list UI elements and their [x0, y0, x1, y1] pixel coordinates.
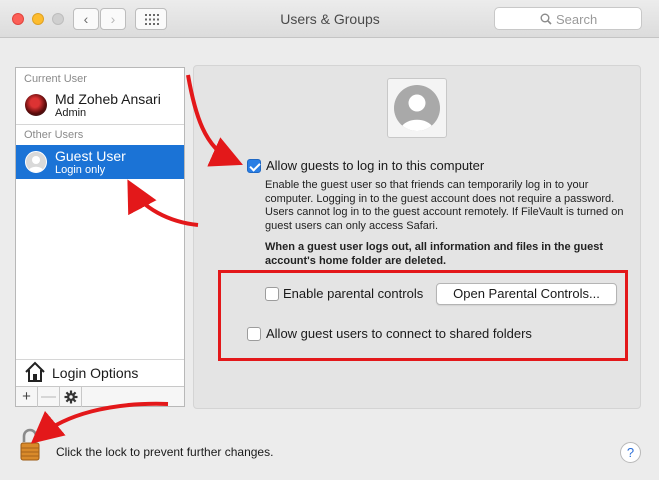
zoom-window-button[interactable]	[52, 13, 64, 25]
close-window-button[interactable]	[12, 13, 24, 25]
lock-text: Click the lock to prevent further change…	[56, 445, 274, 459]
forward-button[interactable]: ›	[100, 8, 126, 30]
allow-guests-checkbox[interactable]	[247, 159, 261, 173]
grid-icon	[145, 14, 159, 25]
login-options-label: Login Options	[52, 365, 139, 381]
chevron-left-icon: ‹	[83, 11, 89, 27]
house-icon	[25, 361, 45, 382]
minimize-window-button[interactable]	[32, 13, 44, 25]
user-role: Login only	[55, 164, 106, 176]
user-item-current[interactable]: Md Zoheb Ansari Admin	[16, 88, 184, 122]
action-menu-button[interactable]	[60, 387, 82, 407]
guest-description: Enable the guest user so that friends ca…	[265, 179, 624, 232]
help-button[interactable]: ?	[620, 442, 641, 463]
list-controls: + —	[16, 386, 184, 407]
arrow-to-lock	[30, 401, 169, 444]
current-user-heading: Current User	[24, 73, 87, 85]
user-item-guest[interactable]: Guest User Login only	[16, 145, 184, 179]
user-role: Admin	[55, 107, 87, 119]
lock-open-icon	[20, 428, 40, 461]
user-picture[interactable]	[387, 78, 447, 138]
lock-button[interactable]	[20, 428, 42, 465]
allow-guests-label: Allow guests to log in to this computer	[266, 158, 485, 173]
title-bar: ‹ › Users & Groups Search	[0, 0, 659, 38]
show-all-button[interactable]	[135, 8, 167, 30]
divider	[16, 124, 184, 125]
user-list: Current User Md Zoheb Ansari Admin Other…	[15, 67, 185, 407]
back-button[interactable]: ‹	[73, 8, 99, 30]
window-title: Users & Groups	[280, 11, 380, 27]
gear-icon	[64, 390, 77, 404]
user-name: Guest User	[55, 148, 126, 164]
remove-user-button[interactable]: —	[38, 387, 60, 407]
avatar	[25, 151, 47, 173]
search-field[interactable]: Search	[494, 7, 642, 30]
search-placeholder: Search	[556, 12, 598, 27]
other-users-heading: Other Users	[24, 129, 84, 141]
chevron-right-icon: ›	[110, 11, 116, 27]
guest-warning: When a guest user logs out, all informat…	[265, 241, 603, 267]
person-icon	[28, 156, 44, 172]
search-icon	[540, 13, 552, 25]
user-name: Md Zoheb Ansari	[55, 91, 161, 107]
avatar	[394, 85, 440, 131]
annotation-box	[218, 270, 628, 361]
add-user-button[interactable]: +	[16, 387, 38, 407]
person-icon	[400, 94, 434, 131]
login-options-item[interactable]: Login Options	[16, 360, 184, 386]
avatar	[25, 94, 47, 116]
